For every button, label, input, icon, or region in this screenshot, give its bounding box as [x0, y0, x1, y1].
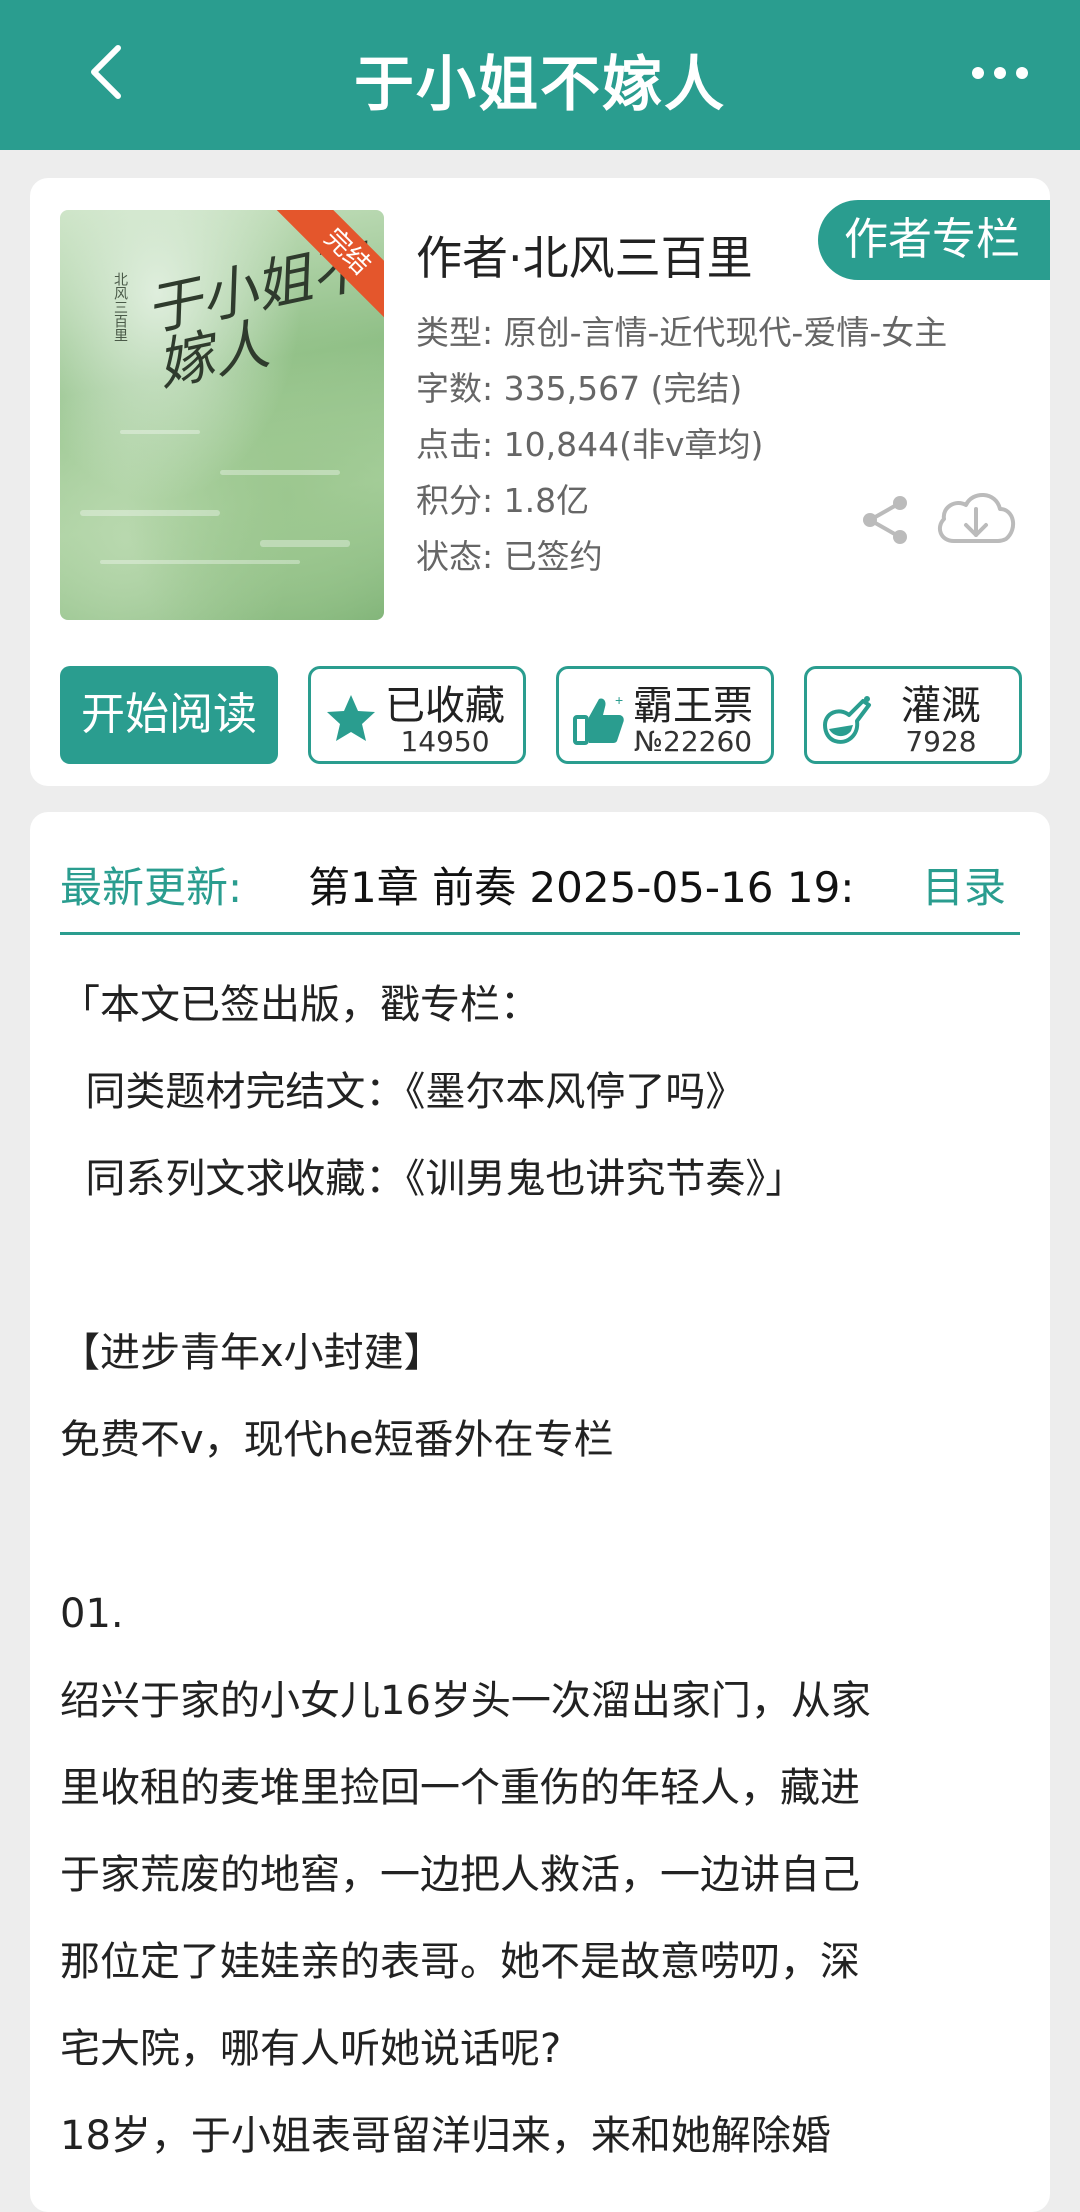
share-icon[interactable] [858, 493, 912, 547]
intro-line: 「本文已签出版，戳专栏： [60, 982, 540, 1028]
irrigate-count: 7928 [905, 725, 977, 758]
meta-status: 状态: 已签约 [416, 537, 603, 576]
intro-line: 免费不v，现代he短番外在专栏 [60, 1417, 614, 1463]
intro-line: 于家荒废的地窖，一边把人救活，一边讲自己 [60, 1852, 860, 1898]
irrigate-label: 灌溉 [901, 683, 981, 729]
favorite-count: 14950 [400, 725, 490, 758]
intro-line: 那位定了娃娃亲的表哥。她不是故意唠叨，深 [60, 1939, 860, 1985]
cover-author-text: 北风三百里 [112, 272, 128, 342]
author-column-button[interactable]: 作者专栏 [818, 200, 1050, 280]
intro-line: 里收租的麦堆里捡回一个重伤的年轻人，藏进 [60, 1765, 860, 1811]
top-bar: 于小姐不嫁人 [0, 0, 1080, 150]
book-info-card: 北风三百里 于小姐不嫁人 完结 作者·北风三百里 作者专栏 类型: 原创-言情-… [30, 178, 1050, 786]
content-card: 最新更新: 第1章 前奏 2025-05-16 19: 目录 「本文已签出版，戳… [30, 812, 1050, 2212]
book-cover[interactable]: 北风三百里 于小姐不嫁人 完结 [60, 210, 384, 620]
overlord-ticket-button[interactable]: + 霸王票 №22260 [556, 666, 774, 764]
cloud-download-icon[interactable] [932, 483, 1020, 553]
meta-words: 字数: 335,567 (完结) [416, 369, 743, 408]
intro-line: 同类题材完结文：《墨尔本风停了吗》 [60, 1069, 746, 1115]
intro-line [60, 1223, 1020, 1310]
intro-line: 同系列文求收藏：《训男鬼也讲究节奏》」 [60, 1156, 806, 1202]
intro-line: 【进步青年x小封建】 [60, 1330, 444, 1376]
intro-line: 绍兴于家的小女儿16岁头一次溜出家门，从家 [60, 1678, 871, 1724]
latest-update-label: 最新更新: [60, 863, 243, 912]
meta-score: 积分: 1.8亿 [416, 481, 590, 520]
latest-update-bar[interactable]: 最新更新: 第1章 前奏 2025-05-16 19: 目录 [60, 842, 1020, 935]
latest-chapter-link[interactable]: 第1章 前奏 2025-05-16 19: [308, 854, 868, 915]
overlord-ticket-count: №22260 [633, 725, 753, 758]
intro-line: 01. [60, 1591, 124, 1637]
author-name[interactable]: 作者·北风三百里 [416, 222, 753, 288]
intro-line: 宅大院，哪有人听她说话呢? [60, 2026, 562, 2072]
overlord-ticket-label: 霸王票 [633, 683, 753, 729]
table-of-contents-link[interactable]: 目录 [922, 854, 1006, 915]
page-title: 于小姐不嫁人 [354, 50, 726, 120]
favorite-label: 已收藏 [385, 683, 505, 729]
book-introduction: 「本文已签出版，戳专栏： 同类题材完结文：《墨尔本风停了吗》 同系列文求收藏：《… [60, 962, 1020, 2180]
meta-type: 类型: 原创-言情-近代现代-爱情-女主 [416, 313, 948, 352]
meta-clicks: 点击: 10,844(非v章均) [416, 425, 764, 464]
favorite-button[interactable]: 已收藏 14950 [308, 666, 526, 764]
intro-line: 18岁，于小姐表哥留洋归来，来和她解除婚 [60, 2113, 831, 2159]
intro-line [60, 1484, 1020, 1571]
irrigate-button[interactable]: 灌溉 7928 [804, 666, 1022, 764]
start-reading-button[interactable]: 开始阅读 [60, 666, 278, 764]
more-options-icon[interactable] [970, 58, 1030, 88]
